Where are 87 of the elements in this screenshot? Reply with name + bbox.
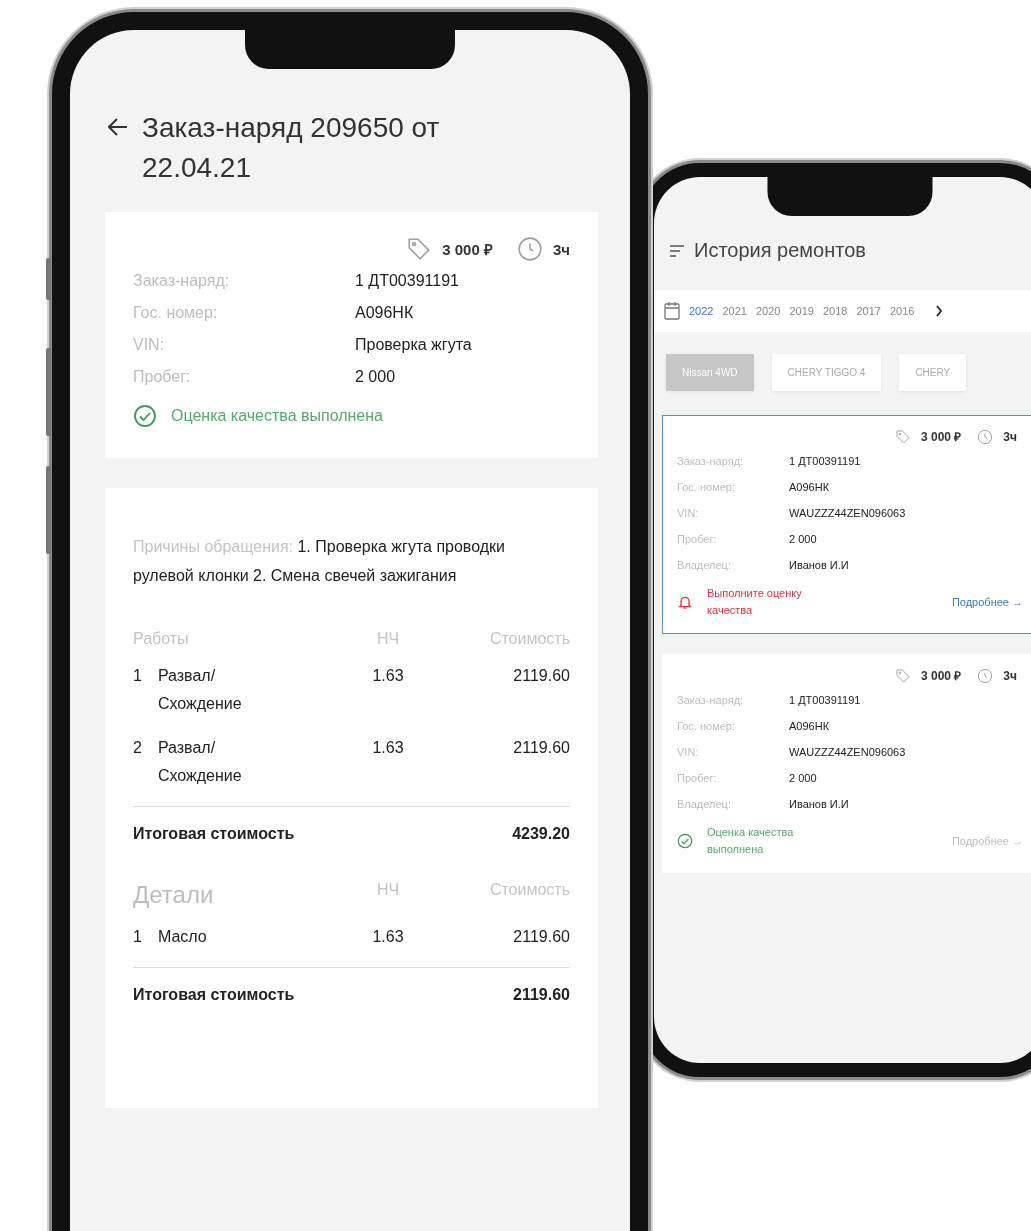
year-tab[interactable]: 2020 (755, 305, 781, 317)
hours-cell-text: 1.63 (371, 927, 405, 947)
order-card[interactable]: 3 000 ₽ 3ч Заказ-наряд: 1 ДТ00391191 Гос. номер: А096НК VIN: WAUZZZ44ZEN096063 Пробег: 2 000 Владелец: Иванов И.И Выполните оценку качества Подробнее → (662, 415, 1031, 634)
clock-icon (977, 667, 994, 684)
field-label: Гос. номер: (677, 481, 736, 493)
price: 3 000 ₽ (921, 668, 962, 684)
field-label: Пробег: (133, 368, 192, 386)
screen-title: Заказ-наряд 209650 от 22.04.21 (142, 111, 441, 185)
price: 3 000 ₽ (442, 240, 493, 259)
field-label: Пробег: (677, 772, 718, 784)
year-tab[interactable]: 2016 (889, 305, 915, 317)
clock-icon (516, 236, 543, 262)
field-label: Гос. номер: (133, 304, 219, 322)
field-value: 2 000 (789, 772, 818, 784)
field-value: 2 000 (355, 368, 397, 386)
row-number: 1 (133, 666, 142, 686)
field-value: А096НК (789, 481, 831, 493)
total-label: Итоговая стоимость (133, 986, 296, 1004)
field-value: Иванов И.И (789, 559, 850, 571)
field-label: Владелец: (677, 798, 732, 810)
field-value: WAUZZZ44ZEN096063 (789, 507, 907, 519)
calendar-icon[interactable] (664, 302, 680, 320)
status-text: Оценка качества выполнена (171, 407, 383, 425)
item-name: Развал/ Схождение (157, 738, 243, 786)
tag-icon (895, 428, 911, 445)
row-number: 2 (133, 738, 142, 758)
tag-icon (895, 667, 911, 684)
year-tab[interactable]: 2021 (722, 305, 747, 317)
cost-cell-text: 2119.60 (512, 927, 570, 947)
field-value: 2 000 (789, 533, 818, 545)
cost-cell-text: 2119.60 (512, 738, 570, 758)
clock-icon (977, 428, 994, 445)
field-label: Заказ-наряд: (133, 272, 231, 290)
car-chip[interactable]: CHERY TIGGO 4 (771, 354, 882, 391)
item-name: Развал/ Схождение (157, 666, 243, 714)
field-label: Пробег: (677, 533, 718, 545)
field-label: VIN: (677, 746, 700, 758)
year-tab[interactable]: 2017 (856, 305, 881, 317)
column-header: НЧ (375, 630, 401, 649)
field-value: 1 ДТ00391191 (355, 272, 460, 290)
hours-cell-text: 1.63 (371, 738, 405, 758)
price: 3 000 ₽ (921, 429, 962, 445)
total-label: Итоговая стоимость (133, 825, 296, 843)
details-link[interactable]: Подробнее → (951, 596, 1023, 608)
field-value: 1 ДТ00391191 (789, 455, 862, 467)
details-link[interactable]: Подробнее → (951, 835, 1023, 847)
order-card[interactable]: 3 000 ₽ 3ч Заказ-наряд: 1 ДТ00391191 Гос. номер: А096НК VIN: WAUZZZ44ZEN096063 Пробег: 2 000 Владелец: Иванов И.И Оценка качества выполнена Подробнее → (662, 654, 1031, 873)
item-name: Масло (157, 927, 207, 947)
reasons-text: Причины обращения: 1. Проверка жгута проводки рулевой клонки 2. Смена свечей зажигания (133, 537, 506, 586)
menu-icon[interactable] (670, 244, 684, 257)
field-label: VIN: (677, 507, 700, 519)
year-tab[interactable]: 2022 (689, 305, 714, 317)
chevron-right-icon[interactable] (935, 305, 944, 317)
column-header: Стоимость (488, 881, 570, 900)
field-label: VIN: (133, 336, 166, 354)
back-arrow-icon[interactable] (108, 118, 128, 136)
total-value: 4239.20 (511, 825, 570, 843)
year-tab[interactable]: 2018 (822, 305, 848, 317)
column-header: НЧ (375, 881, 401, 900)
field-value: А096НК (355, 304, 415, 322)
status-text: Выполните оценку качества (707, 586, 803, 618)
field-label: Владелец: (677, 559, 732, 571)
duration: 3ч (1003, 668, 1017, 683)
duration: 3ч (552, 240, 570, 258)
status-text: Оценка качества выполнена (707, 825, 795, 857)
screen-title: История ремонтов (694, 239, 866, 262)
hours-cell-text: 1.63 (371, 666, 405, 686)
column-header: Детали (133, 881, 215, 910)
field-value: 1 ДТ00391191 (789, 694, 862, 706)
year-tab[interactable]: 2019 (789, 305, 814, 317)
field-label: Заказ-наряд: (677, 694, 745, 706)
field-label: Гос. номер: (677, 720, 736, 732)
field-value: WAUZZZ44ZEN096063 (789, 746, 907, 758)
row-number: 1 (133, 927, 142, 947)
total-value: 2119.60 (512, 986, 570, 1004)
field-label: Заказ-наряд: (677, 455, 745, 467)
car-chip[interactable]: CHERY (899, 354, 967, 391)
field-value: А096НК (789, 720, 831, 732)
field-value: Проверка жгута (355, 336, 473, 354)
duration: 3ч (1003, 429, 1017, 444)
cost-cell-text: 2119.60 (512, 666, 570, 686)
check-circle-icon (677, 833, 693, 849)
column-header: Стоимость (488, 630, 570, 649)
bell-icon (677, 594, 693, 610)
column-header: Работы (133, 630, 190, 649)
field-value: Иванов И.И (789, 798, 850, 810)
check-circle-icon (133, 404, 157, 428)
